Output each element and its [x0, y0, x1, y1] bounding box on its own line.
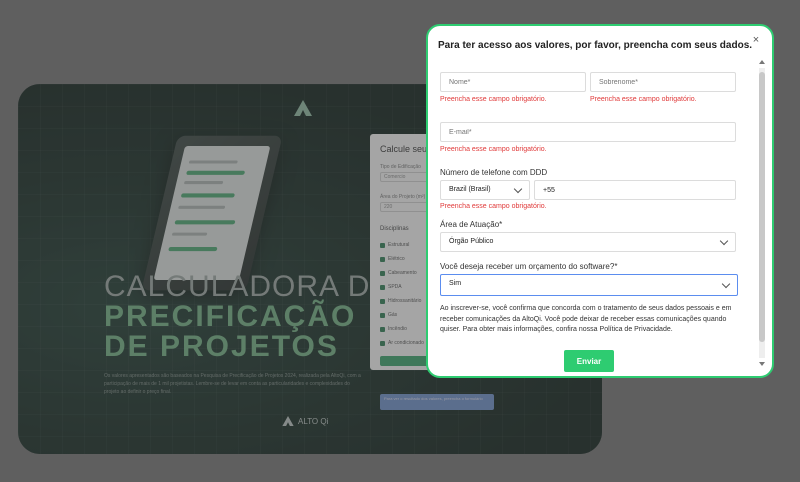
email-error: Preencha esse campo obrigatório. — [440, 146, 547, 153]
phone-error: Preencha esse campo obrigatório. — [440, 203, 547, 210]
last-name-input[interactable] — [590, 72, 736, 92]
chevron-down-icon — [721, 279, 731, 289]
area-select-value: Órgão Público — [449, 238, 494, 245]
modal-scrollbar[interactable] — [758, 60, 766, 366]
modal-heading: Para ter acesso aos valores, por favor, … — [438, 40, 753, 51]
phone-input[interactable] — [534, 180, 736, 200]
country-code-value: Brazil (Brasil) — [449, 186, 491, 193]
country-code-select[interactable]: Brazil (Brasil) — [440, 180, 530, 200]
first-name-error: Preencha esse campo obrigatório. — [440, 96, 547, 103]
budget-label: Você deseja receber um orçamento do soft… — [440, 262, 618, 271]
budget-select[interactable]: Sim — [440, 274, 738, 296]
submit-button[interactable]: Enviar — [564, 350, 614, 372]
phone-label: Número de telefone com DDD — [440, 168, 548, 177]
chevron-down-icon — [513, 184, 523, 194]
last-name-error: Preencha esse campo obrigatório. — [590, 96, 697, 103]
scroll-up-icon[interactable] — [759, 60, 765, 64]
budget-select-value: Sim — [449, 280, 462, 287]
modal-content: Para ter acesso aos valores, por favor, … — [438, 36, 754, 372]
area-select[interactable]: Órgão Público — [440, 232, 736, 252]
scroll-thumb[interactable] — [759, 72, 765, 342]
first-name-input[interactable] — [440, 72, 586, 92]
lead-form-modal: × Para ter acesso aos valores, por favor… — [426, 24, 774, 378]
email-input[interactable] — [440, 122, 736, 142]
chevron-down-icon — [719, 236, 729, 246]
area-label: Área de Atuação* — [440, 220, 503, 229]
scroll-down-icon[interactable] — [759, 362, 765, 366]
consent-note: Ao inscrever-se, você confirma que conco… — [440, 305, 732, 333]
